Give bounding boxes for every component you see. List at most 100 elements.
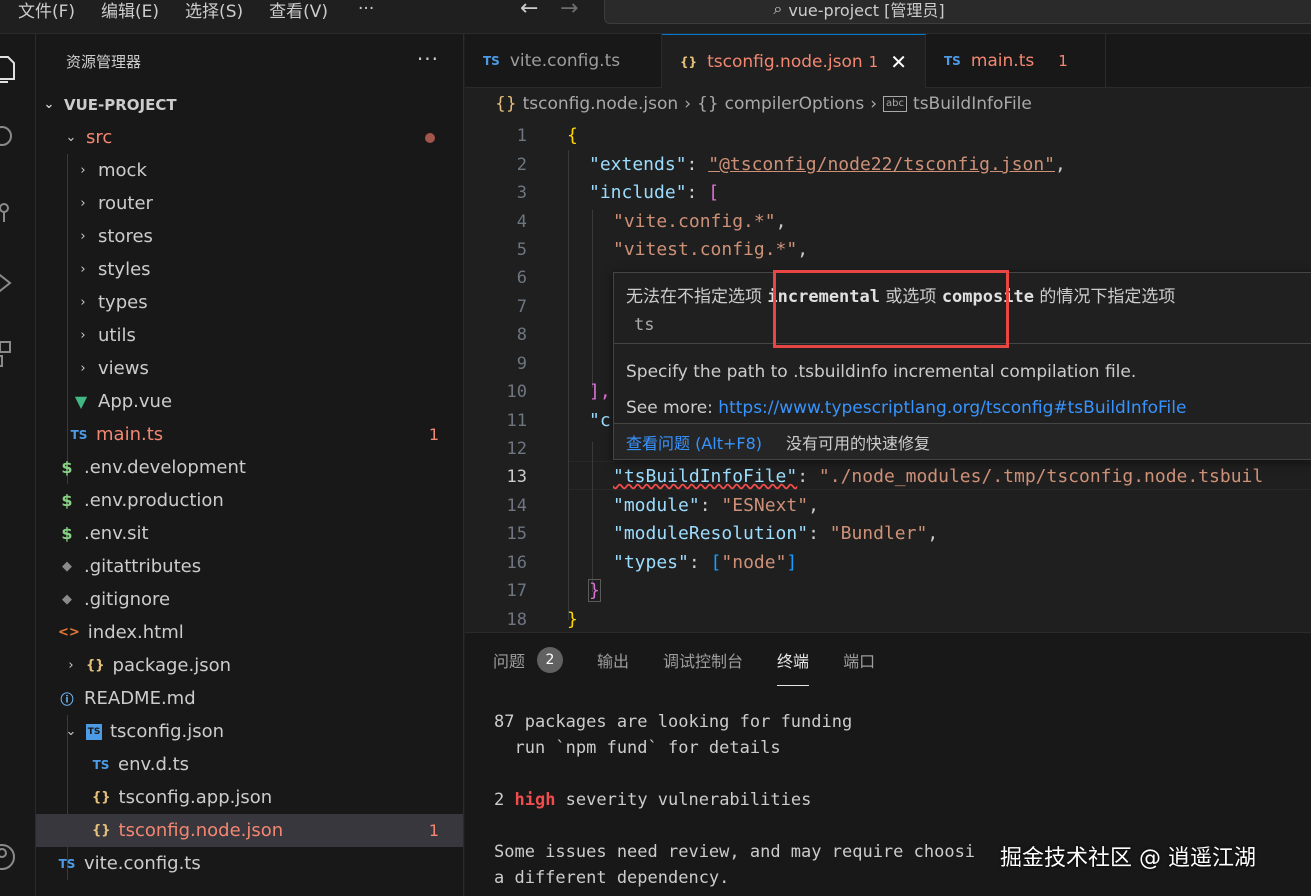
- search-icon[interactable]: [0, 122, 20, 152]
- hover-description-text: Specify the path to .tsbuildinfo increme…: [626, 362, 1137, 382]
- tab-problems[interactable]: 问题 2: [493, 647, 564, 673]
- line-number: 6: [516, 267, 527, 288]
- line-number: 9: [516, 353, 527, 374]
- tab-label: tsconfig.node.json: [707, 51, 863, 72]
- line-number: 3: [516, 182, 527, 203]
- view-problem-link[interactable]: 查看问题 (Alt+F8): [626, 430, 762, 454]
- chevron-right-icon: ›: [80, 163, 86, 178]
- tab-error-count: 1: [868, 52, 879, 71]
- code-line: 3 "include": [: [465, 178, 1311, 207]
- tree-item-views[interactable]: › views: [36, 352, 463, 385]
- terminal-line: 87 packages are looking for funding: [494, 712, 853, 732]
- menu-view[interactable]: 查看(V): [269, 0, 328, 22]
- code-line: 5 "vitest.config.*",: [465, 235, 1311, 264]
- back-arrow-icon[interactable]: ←: [520, 0, 538, 21]
- line-number: 10: [506, 381, 527, 402]
- line-number: 18: [506, 609, 527, 630]
- command-center-search[interactable]: ⌕ vue-project [管理员]: [604, 0, 1311, 24]
- tree-item-env-production[interactable]: $ .env.production: [36, 484, 463, 517]
- code-line: 2 "extends": "@tsconfig/node22/tsconfig.…: [465, 150, 1311, 179]
- tab-debug-console[interactable]: 调试控制台: [663, 648, 743, 672]
- tree-item-label: index.html: [87, 622, 184, 643]
- chevron-right-icon: ›: [80, 361, 86, 376]
- run-debug-icon[interactable]: [0, 268, 20, 298]
- breadcrumb-ts-build-info-file[interactable]: tsBuildInfoFile: [913, 94, 1032, 114]
- breadcrumb-file[interactable]: tsconfig.node.json: [523, 94, 679, 114]
- menu-edit[interactable]: 编辑(E): [101, 0, 159, 22]
- title-bar: 文件(F) 编辑(E) 选择(S) 查看(V) ··· ← → ⌕ vue-pr…: [0, 0, 1311, 34]
- tree-item-env-d-ts[interactable]: TS env.d.ts: [36, 748, 463, 781]
- chevron-right-icon: ›: [80, 196, 86, 211]
- tab-vite-config[interactable]: TS vite.config.ts: [465, 34, 662, 88]
- tree-item-app-vue[interactable]: ▼ App.vue: [36, 385, 463, 418]
- close-icon[interactable]: ✕: [890, 50, 907, 74]
- explorer-icon[interactable]: [0, 54, 20, 84]
- tab-tsconfig-node[interactable]: {} tsconfig.node.json 1 ✕: [662, 34, 926, 88]
- tab-main-ts[interactable]: TS main.ts 1: [926, 34, 1106, 88]
- tree-item-readme[interactable]: ⓘ README.md: [36, 682, 463, 715]
- string-property-icon: abc: [883, 96, 908, 112]
- tree-item-label: main.ts: [96, 424, 164, 445]
- tree-item-gitattributes[interactable]: ◆ .gitattributes: [36, 550, 463, 583]
- watermark-text: 掘金技术社区 @ 逍遥江湖: [1000, 846, 1256, 871]
- code-text: "vitest.config.*",: [613, 239, 809, 260]
- line-number: 4: [516, 211, 527, 232]
- source-control-icon[interactable]: [0, 194, 20, 224]
- tree-item-mock[interactable]: › mock: [36, 154, 463, 187]
- chevron-right-icon: ›: [68, 658, 74, 673]
- chevron-right-icon: ›: [80, 262, 86, 277]
- forward-arrow-icon[interactable]: →: [560, 0, 578, 21]
- code-line: 16 "types": ["node"]: [465, 548, 1311, 577]
- tree-item-env-development[interactable]: $ .env.development: [36, 451, 463, 484]
- code-line: 4 "vite.config.*",: [465, 207, 1311, 236]
- tree-item-router[interactable]: › router: [36, 187, 463, 220]
- menu-selection[interactable]: 选择(S): [185, 0, 243, 22]
- tab-label: vite.config.ts: [509, 51, 621, 71]
- file-tree: ⌄ VUE-PROJECT ⌄ src › mock › router › st…: [36, 88, 463, 880]
- tree-item-index-html[interactable]: <> index.html: [36, 616, 463, 649]
- tree-item-label: vite.config.ts: [84, 853, 201, 874]
- tree-item-styles[interactable]: › styles: [36, 253, 463, 286]
- project-root[interactable]: ⌄ VUE-PROJECT: [36, 88, 463, 121]
- tree-item-stores[interactable]: › stores: [36, 220, 463, 253]
- menu-more[interactable]: ···: [358, 0, 374, 19]
- tree-item-tsconfig-app-json[interactable]: {} tsconfig.app.json: [36, 781, 463, 814]
- tree-item-tsconfig-json[interactable]: ⌄ TS tsconfig.json: [36, 715, 463, 748]
- tree-item-package-json[interactable]: › {} package.json: [36, 649, 463, 682]
- json-string-link[interactable]: "@tsconfig/node22/tsconfig.json": [708, 154, 1055, 175]
- hover-doc-link[interactable]: https://www.typescriptlang.org/tsconfig#…: [718, 398, 1186, 418]
- tab-terminal[interactable]: 终端: [777, 648, 810, 686]
- menu-file[interactable]: 文件(F): [18, 0, 75, 22]
- tree-item-env-sit[interactable]: $ .env.sit: [36, 517, 463, 550]
- tab-output[interactable]: 输出: [597, 648, 629, 672]
- chevron-down-icon: ⌄: [65, 130, 77, 145]
- bracket: [: [708, 182, 720, 203]
- json-key: "types": [613, 552, 689, 573]
- tree-item-src[interactable]: ⌄ src: [36, 121, 463, 154]
- tree-item-vite-config-ts[interactable]: TS vite.config.ts: [36, 847, 463, 880]
- tree-item-types[interactable]: › types: [36, 286, 463, 319]
- tsconfig-file-icon: TS: [86, 723, 102, 740]
- tab-ports[interactable]: 端口: [843, 648, 875, 672]
- tree-item-tsconfig-node-json[interactable]: {} tsconfig.node.json 1: [36, 814, 463, 847]
- breadcrumb-compiler-options[interactable]: compilerOptions: [725, 94, 865, 114]
- extensions-icon[interactable]: [0, 338, 20, 368]
- explorer-more-icon[interactable]: ···: [417, 47, 439, 71]
- json-string: "vite.config.*": [613, 211, 776, 232]
- account-icon[interactable]: [0, 842, 20, 872]
- line-number: 8: [516, 324, 527, 345]
- json-file-icon: {}: [680, 54, 698, 69]
- json-string: "ESNext": [721, 495, 809, 516]
- terminal-highlight: high: [514, 790, 556, 810]
- tree-item-utils[interactable]: › utils: [36, 319, 463, 352]
- explorer-title: 资源管理器: [66, 52, 142, 71]
- json-file-icon: {}: [92, 790, 111, 805]
- tree-item-main-ts[interactable]: TS main.ts 1: [36, 418, 463, 451]
- typescript-file-icon: TS: [483, 54, 500, 68]
- line-number: 2: [516, 154, 527, 175]
- code-text: "c: [589, 410, 611, 431]
- env-file-icon: $: [61, 458, 73, 477]
- typescript-file-icon: TS: [58, 856, 76, 871]
- tree-item-gitignore[interactable]: ◆ .gitignore: [36, 583, 463, 616]
- json-key-error[interactable]: "tsBuildInfoFile": [613, 466, 797, 487]
